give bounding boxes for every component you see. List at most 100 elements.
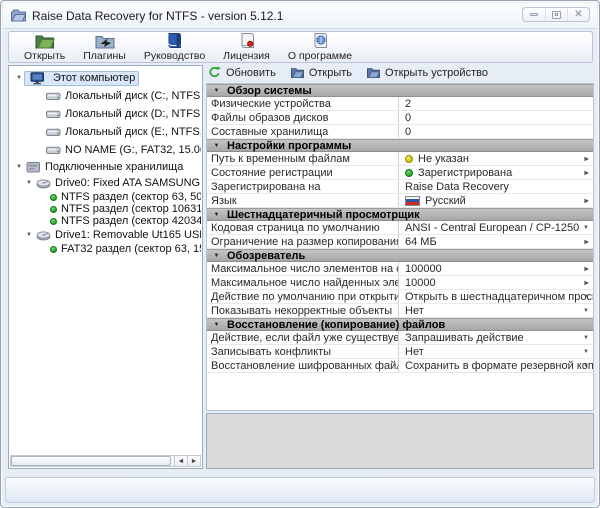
panel-toolbar-button-open[interactable]: Открыть (290, 67, 352, 79)
property-value[interactable]: 64 МБ ▶ (399, 235, 593, 248)
section-header[interactable]: ▼ Восстановление (копирование) файлов (207, 318, 593, 331)
tree-item[interactable]: Локальный диск (E:, NTFS, 97.65ГБ) (10, 123, 201, 141)
property-value-text: Зарегистрирована (418, 166, 513, 179)
property-value[interactable]: Нет ▼ (399, 345, 593, 358)
expand-arrow-icon[interactable]: ▼ (24, 180, 34, 186)
tree-item[interactable]: NO NAME (G:, FAT32, 15.06ГБ) (10, 141, 201, 159)
dropdown-arrow-icon[interactable]: ▼ (583, 349, 589, 355)
collapse-arrow-icon[interactable]: ▼ (209, 212, 224, 218)
manual-book-icon (165, 32, 183, 49)
submenu-arrow-icon[interactable]: ▶ (584, 155, 589, 162)
tree-item[interactable]: ▼ Drive1: Removable Ut165 USB USB2Flash (10, 227, 201, 243)
collapse-arrow-icon[interactable]: ▼ (209, 322, 224, 328)
property-row[interactable]: Максимальное число найденных элементов в… (207, 276, 593, 290)
toolbar-button-plugins[interactable]: Плагины (74, 32, 135, 62)
scroll-right-button[interactable]: ► (188, 455, 201, 467)
property-value[interactable]: Запрашивать действие ▼ (399, 331, 593, 344)
panel-toolbar-button-refresh[interactable]: Обновить (208, 66, 276, 79)
tree-item[interactable]: NTFS раздел (сектор 63, 50.69ГБ) (10, 191, 201, 203)
property-value[interactable]: 100000 ▶ (399, 262, 593, 275)
local-disk-icon (46, 110, 61, 119)
property-value[interactable]: Не указан ▶ (399, 152, 593, 165)
submenu-arrow-icon[interactable]: ▶ (584, 265, 589, 272)
property-row[interactable]: Записывать конфликты Нет ▼ (207, 345, 593, 359)
property-row[interactable]: Путь к временным файлам Не указан ▶ (207, 152, 593, 166)
property-value[interactable]: 10000 ▶ (399, 276, 593, 289)
property-row[interactable]: Действие, если файл уже существует Запраш… (207, 331, 593, 345)
section-header[interactable]: ▼ Обозреватель (207, 249, 593, 262)
property-row[interactable]: Кодовая страница по умолчанию ANSI - Cent… (207, 221, 593, 235)
close-button[interactable]: ✕ (567, 8, 589, 21)
property-value[interactable]: Открыть в шестнадцатеричном просмотрщике… (399, 290, 593, 303)
property-value[interactable]: 2 (399, 97, 593, 110)
dropdown-arrow-icon[interactable]: ▼ (583, 363, 589, 369)
about-book-icon (311, 32, 329, 49)
expand-arrow-icon[interactable]: ▼ (14, 75, 24, 81)
expand-arrow-icon[interactable]: ▼ (24, 232, 34, 238)
property-value[interactable]: ANSI - Central European / CP-1250 ▼ (399, 221, 593, 234)
title-bar[interactable]: Raise Data Recovery for NTFS - version 5… (3, 3, 597, 29)
dropdown-arrow-icon[interactable]: ▼ (583, 294, 589, 300)
submenu-arrow-icon[interactable]: ▶ (584, 169, 589, 176)
collapse-arrow-icon[interactable]: ▼ (209, 88, 224, 94)
property-value[interactable]: Русский ▶ (399, 194, 593, 207)
minimize-button[interactable] (523, 8, 545, 21)
property-row[interactable]: Действие по умолчанию при открытии файла… (207, 290, 593, 304)
tree-item[interactable]: Локальный диск (D:, NTFS, 149.73ГБ) (10, 105, 201, 123)
property-row[interactable]: Показывать некорректные объекты Нет ▼ (207, 304, 593, 318)
maximize-button[interactable] (545, 8, 567, 21)
scroll-left-button[interactable]: ◄ (175, 455, 188, 467)
horizontal-scrollbar[interactable]: ◄ ► (10, 455, 201, 467)
toolbar-button-open[interactable]: Открыть (15, 32, 74, 62)
property-row[interactable]: Ограничение на размер копирования 64 МБ ▶ (207, 235, 593, 249)
property-label: Максимальное число элементов на странице (207, 262, 399, 275)
property-value[interactable]: Нет ▼ (399, 304, 593, 317)
toolbar-button-manual[interactable]: Руководство (135, 32, 214, 62)
submenu-arrow-icon[interactable]: ▶ (584, 279, 589, 286)
tree-item[interactable]: ▼ Drive0: Fixed ATA SAMSUNG HD321KJ (10, 175, 201, 191)
property-value[interactable]: Зарегистрирована ▶ (399, 166, 593, 179)
property-row[interactable]: Файлы образов дисков 0 (207, 111, 593, 125)
section-header[interactable]: ▼ Шестнадцатеричный просмотрщик (207, 208, 593, 221)
partition-bullet-icon (50, 245, 57, 253)
toolbar-button-license[interactable]: Лицензия (214, 32, 279, 62)
tree-item[interactable]: FAT32 раздел (сектор 63, 15.06ГБ) (10, 243, 201, 255)
property-row[interactable]: Состояние регистрации Зарегистрирована ▶ (207, 166, 593, 180)
tree-item[interactable]: NTFS раздел (сектор 420340788, 97.65ГБ) (10, 215, 201, 227)
property-row[interactable]: Восстановление шифрованных файлов на NTF… (207, 359, 593, 373)
local-disk-icon (46, 92, 61, 101)
property-row[interactable]: Язык Русский ▶ (207, 194, 593, 208)
panel-toolbar-button-open-device[interactable]: Открыть устройство (367, 67, 488, 79)
maximize-icon (552, 10, 561, 19)
tree-item[interactable]: NTFS раздел (сектор 106318233, 149.73ГБ) (10, 203, 201, 215)
property-label: Действие по умолчанию при открытии файла (207, 290, 399, 303)
tree-item[interactable]: Локальный диск (C:, NTFS, 50.69ГБ) (10, 87, 201, 105)
property-value-text: Запрашивать действие (405, 331, 524, 344)
property-row[interactable]: Составные хранилища 0 (207, 125, 593, 139)
collapse-arrow-icon[interactable]: ▼ (209, 143, 224, 149)
property-row[interactable]: Физические устройства 2 (207, 97, 593, 111)
dropdown-arrow-icon[interactable]: ▼ (583, 225, 589, 231)
property-row[interactable]: Максимальное число элементов на странице… (207, 262, 593, 276)
property-value-text: 100000 (405, 262, 442, 275)
tree-item[interactable]: ▼ Этот компьютер (10, 69, 201, 87)
submenu-arrow-icon[interactable]: ▶ (584, 197, 589, 204)
submenu-arrow-icon[interactable]: ▶ (584, 238, 589, 245)
property-value[interactable]: 0 (399, 125, 593, 138)
section-header[interactable]: ▼ Обзор системы (207, 84, 593, 97)
dropdown-arrow-icon[interactable]: ▼ (583, 335, 589, 341)
expand-arrow-icon[interactable]: ▼ (14, 164, 24, 170)
dropdown-arrow-icon[interactable]: ▼ (583, 308, 589, 314)
scrollbar-track[interactable] (10, 455, 175, 467)
property-value[interactable]: Сохранить в формате резервной копии ▼ (399, 359, 593, 372)
property-row[interactable]: Зарегистрирована на Raise Data Recovery (207, 180, 593, 194)
property-value[interactable]: 0 (399, 111, 593, 124)
property-label: Составные хранилища (207, 125, 399, 138)
property-value[interactable]: Raise Data Recovery (399, 180, 593, 193)
physical-drive-icon (36, 230, 51, 241)
scrollbar-thumb[interactable] (11, 456, 171, 466)
tree-item[interactable]: ▼ Подключенные хранилища (10, 159, 201, 175)
section-header[interactable]: ▼ Настройки программы (207, 139, 593, 152)
collapse-arrow-icon[interactable]: ▼ (209, 253, 224, 259)
toolbar-button-about[interactable]: О программе (279, 32, 361, 62)
